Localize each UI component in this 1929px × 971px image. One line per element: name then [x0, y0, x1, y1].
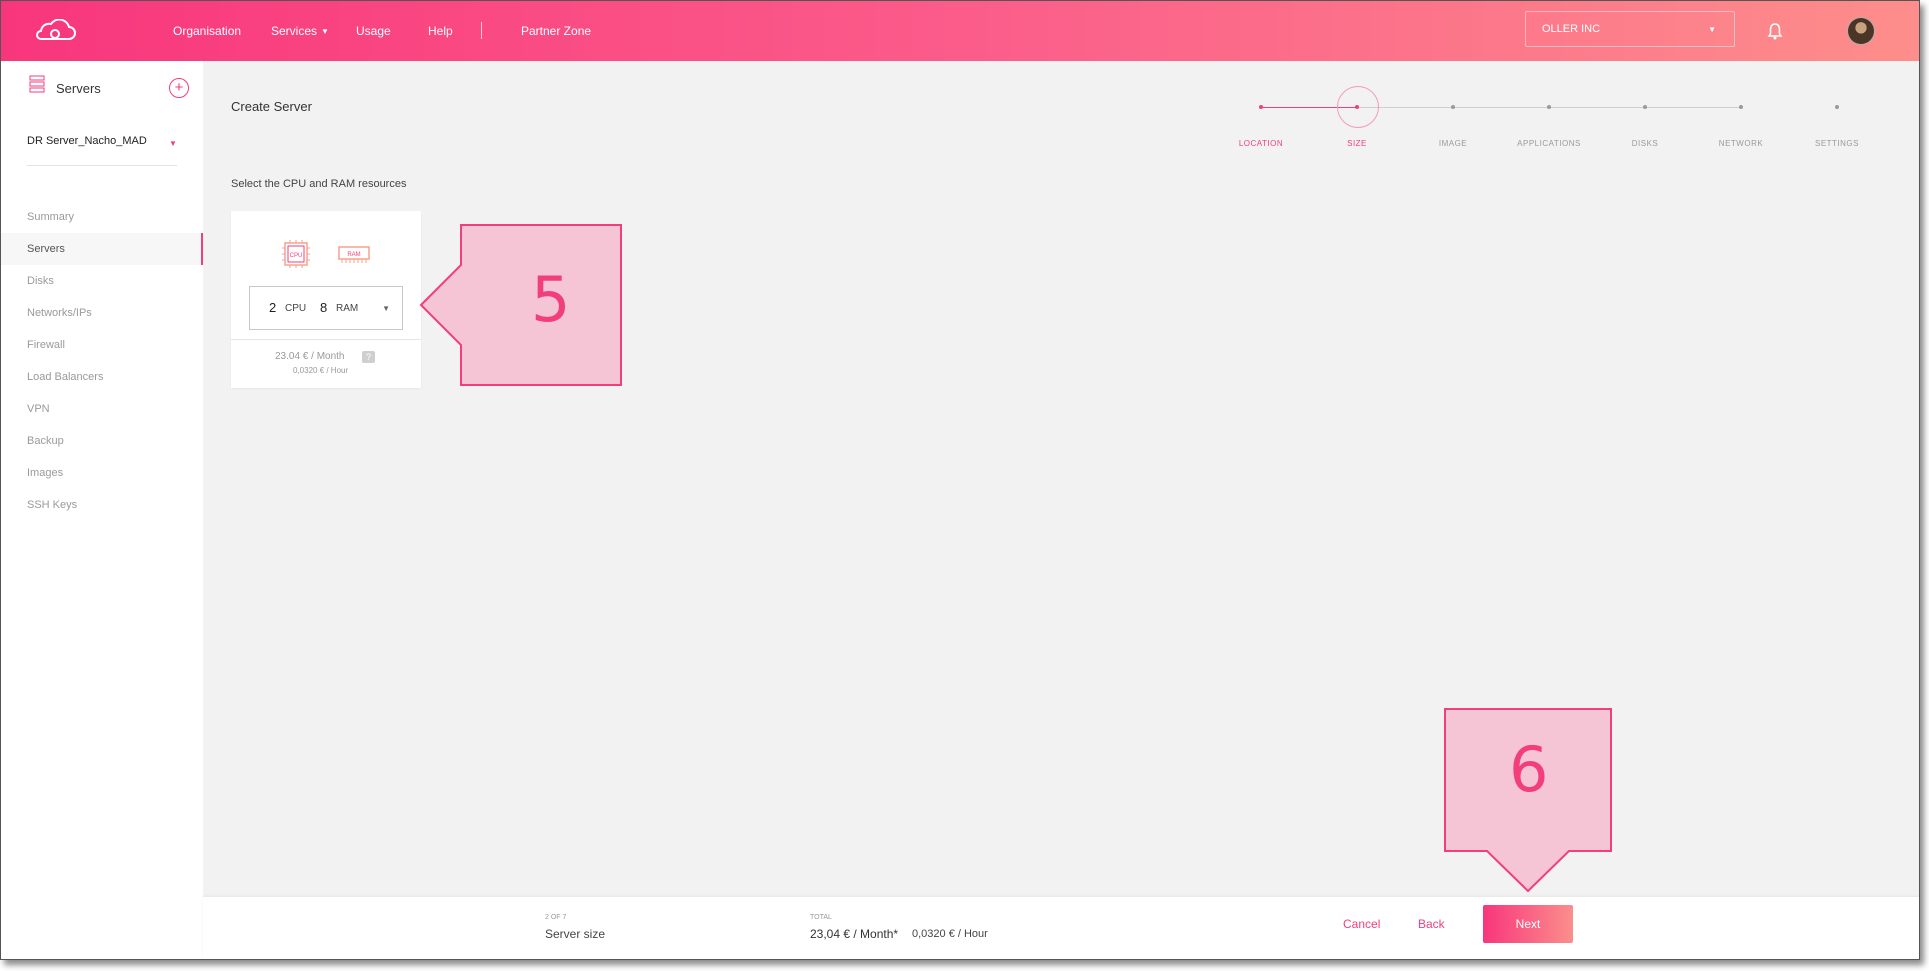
sidebar-item-load-balancers[interactable]: Load Balancers: [1, 361, 203, 393]
sidebar-title: Servers: [56, 81, 101, 96]
callout-arrow-left-icon: [419, 224, 622, 386]
sidebar-item-servers[interactable]: Servers: [1, 233, 203, 265]
sidebar-item-networks-ips[interactable]: Networks/IPs: [1, 297, 203, 329]
chevron-down-icon: ▼: [382, 304, 390, 313]
step-label-applications: APPLICATIONS: [1517, 139, 1581, 148]
cpu-value: 2: [269, 300, 277, 315]
cpu-chip-icon: CPU: [282, 240, 310, 268]
step-dot-location[interactable]: [1259, 105, 1263, 109]
top-navigation-bar: Organisation Services ▼ Usage Help Partn…: [1, 1, 1919, 61]
server-stack-icon: [29, 75, 45, 93]
nav-services[interactable]: Services: [271, 24, 317, 38]
next-button[interactable]: Next: [1483, 905, 1573, 943]
price-per-month: 23.04 € / Month: [275, 351, 345, 362]
nav-partner-zone[interactable]: Partner Zone: [521, 24, 591, 38]
chevron-down-icon: ▼: [1708, 25, 1716, 34]
sidebar-item-ssh-keys[interactable]: SSH Keys: [1, 489, 203, 521]
ram-value: 8: [320, 300, 328, 315]
nav-organisation[interactable]: Organisation: [173, 24, 241, 38]
wizard-stepper: LOCATION SIZE IMAGE APPLICATIONS DISKS N…: [1221, 86, 1901, 161]
sidebar-item-vpn[interactable]: VPN: [1, 393, 203, 425]
total-label: TOTAL: [810, 914, 832, 921]
step-dot-applications: [1547, 105, 1551, 109]
nav-usage[interactable]: Usage: [356, 24, 391, 38]
callout-number-6: 6: [1509, 733, 1549, 806]
page-title: Create Server: [231, 99, 312, 114]
organization-name: OLLER INC: [1542, 23, 1601, 35]
nav-help[interactable]: Help: [428, 24, 453, 38]
wizard-footer: 2 OF 7 Server size TOTAL 23,04 € / Month…: [203, 897, 1919, 959]
price-per-hour: 0,0320 € / Hour: [293, 366, 349, 375]
step-label-disks: DISKS: [1631, 139, 1659, 148]
step-dot-network: [1739, 105, 1743, 109]
step-label-settings: SETTINGS: [1814, 139, 1859, 148]
sidebar-item-firewall[interactable]: Firewall: [1, 329, 203, 361]
app-window: Organisation Services ▼ Usage Help Partn…: [0, 0, 1920, 960]
step-dot-image: [1451, 105, 1455, 109]
step-label-location[interactable]: LOCATION: [1216, 139, 1306, 148]
sidebar-item-disks[interactable]: Disks: [1, 265, 203, 297]
ram-module-icon: RAM: [338, 246, 370, 263]
nav-separator: [481, 22, 482, 39]
cpu-icon-text: CPU: [290, 253, 303, 259]
card-divider: [231, 339, 421, 340]
services-caret-icon[interactable]: ▼: [321, 27, 329, 36]
sidebar: Servers + DR Server_Nacho_MAD ▼ Summary …: [1, 61, 203, 959]
add-server-button[interactable]: +: [169, 78, 189, 98]
step-label-image: IMAGE: [1438, 139, 1468, 148]
organization-dropdown[interactable]: OLLER INC ▼: [1525, 11, 1735, 47]
section-label: Select the CPU and RAM resources: [231, 178, 407, 190]
project-selector[interactable]: DR Server_Nacho_MAD: [27, 135, 147, 147]
notifications-bell-icon[interactable]: [1767, 22, 1783, 40]
total-per-hour: 0,0320 € / Hour: [912, 928, 988, 940]
step-dot-settings: [1835, 105, 1839, 109]
ram-icon-text: RAM: [347, 252, 360, 258]
step-dot-disks: [1643, 105, 1647, 109]
sidebar-item-summary[interactable]: Summary: [1, 201, 203, 233]
cloud-logo-icon[interactable]: [33, 19, 77, 43]
step-label-size[interactable]: SIZE: [1312, 139, 1402, 148]
back-button[interactable]: Back: [1418, 917, 1445, 931]
step-counter: 2 OF 7: [545, 914, 567, 921]
ram-unit: RAM: [336, 303, 359, 314]
step-name: Server size: [545, 927, 606, 941]
sidebar-item-images[interactable]: Images: [1, 457, 203, 489]
total-per-month: 23,04 € / Month*: [810, 927, 899, 941]
price-help-icon[interactable]: ?: [362, 351, 375, 363]
cpu-ram-size-dropdown[interactable]: 2 CPU 8 RAM ▼: [249, 286, 403, 330]
step-dot-size[interactable]: [1355, 105, 1359, 109]
user-avatar[interactable]: [1847, 17, 1875, 45]
cancel-button[interactable]: Cancel: [1343, 917, 1380, 931]
cpu-unit: CPU: [285, 303, 307, 314]
server-size-card: CPU RAM 2 CPU 8 RAM ▼ 23.04 € / Month ? …: [231, 211, 421, 388]
step-label-network: NETWORK: [1718, 139, 1764, 148]
project-caret-icon[interactable]: ▼: [169, 139, 177, 148]
sidebar-divider: [27, 165, 177, 166]
sidebar-menu: Summary Servers Disks Networks/IPs Firew…: [1, 201, 203, 521]
sidebar-item-backup[interactable]: Backup: [1, 425, 203, 457]
callout-number-5: 5: [531, 263, 571, 336]
